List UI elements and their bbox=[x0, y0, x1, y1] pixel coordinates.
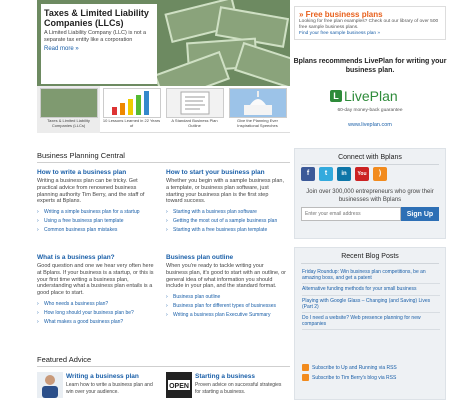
article-link[interactable]: What makes a good business plan? bbox=[37, 318, 157, 327]
hero-text: A Limited Liability Company (LLC) is not… bbox=[44, 30, 147, 43]
carousel-thumb-2[interactable]: 10 Lessons Learned in 22 Years of bbox=[100, 86, 163, 133]
rss-icon bbox=[302, 364, 309, 371]
article-heading[interactable]: How to write a business plan bbox=[37, 169, 157, 176]
divider bbox=[301, 164, 439, 165]
carousel-thumbnails: Taxes & Limited Liability Companies (LLC… bbox=[37, 86, 290, 133]
article-block: What is a business plan? Good question a… bbox=[37, 254, 157, 327]
rss-subscribe-link[interactable]: Subscribe to Up and Running via RSS bbox=[302, 364, 442, 371]
article-text: Writing a business plan can be tricky. G… bbox=[37, 178, 145, 205]
twitter-icon[interactable]: t bbox=[319, 167, 333, 181]
featured-heading[interactable]: Starting a business bbox=[195, 373, 255, 380]
join-text: Join over 300,000 entrepreneurs who grow… bbox=[306, 189, 434, 203]
rss-label: Subscribe to Up and Running via RSS bbox=[312, 364, 397, 371]
blog-title: Recent Blog Posts bbox=[341, 253, 399, 260]
thumb-caption: A Standard Business Plan Outline bbox=[171, 118, 218, 128]
blog-post-link[interactable]: Playing with Google Glass – Changing (an… bbox=[302, 296, 440, 314]
email-input[interactable] bbox=[301, 207, 401, 221]
carousel-thumb-4[interactable]: Give the Planning Ever Inspirational Spe… bbox=[226, 86, 289, 133]
blog-box: Recent Blog Posts Friday Roundup: Win bu… bbox=[294, 247, 446, 400]
article-link[interactable]: Who needs a business plan? bbox=[37, 300, 157, 309]
article-link[interactable]: Common business plan mistakes bbox=[37, 226, 157, 235]
article-link[interactable]: Using a free business plan template bbox=[37, 217, 157, 226]
liveplan-link[interactable]: www.liveplan.com bbox=[290, 122, 450, 128]
article-link[interactable]: Getting the most out of a sample busines… bbox=[166, 217, 286, 226]
divider bbox=[301, 263, 439, 264]
featured-text: Learn how to write a business plan and w… bbox=[66, 382, 153, 395]
featured-item[interactable]: Writing a business plan Learn how to wri… bbox=[37, 372, 157, 400]
social-icons: f t in You ) bbox=[301, 167, 387, 181]
divider bbox=[37, 366, 290, 367]
section-title: Business Planning Central bbox=[37, 151, 125, 160]
linkedin-icon[interactable]: in bbox=[337, 167, 351, 181]
sidebar: » Free business plans Looking for free p… bbox=[290, 0, 450, 400]
connect-title: Connect with Bplans bbox=[338, 154, 402, 161]
rss-subscribe-link[interactable]: Subscribe to Tim Berry's blog via RSS bbox=[302, 374, 442, 381]
carousel-thumb-1[interactable]: Taxes & Limited Liability Companies (LLC… bbox=[37, 86, 100, 133]
hero-title[interactable]: Taxes & Limited Liability Companies (LLC… bbox=[44, 8, 153, 28]
article-block: How to start your business plan Whether … bbox=[166, 169, 286, 235]
article-link[interactable]: How long should your business plan be? bbox=[37, 309, 157, 318]
section-title: Featured Advice bbox=[37, 355, 92, 364]
liveplan-guarantee: 60-day money-back guarantee bbox=[337, 108, 403, 113]
article-text: When you're ready to tackle writing your… bbox=[166, 263, 286, 290]
carousel-thumb-3[interactable]: A Standard Business Plan Outline bbox=[163, 86, 226, 133]
open-sign-icon: OPEN bbox=[166, 372, 192, 398]
liveplan-recommend: Bplans recommends LivePlan for writing y… bbox=[293, 58, 447, 74]
capitol-thumbnail bbox=[228, 88, 287, 118]
article-link[interactable]: Starting with a business plan software bbox=[166, 208, 286, 217]
sign-up-button[interactable]: Sign Up bbox=[401, 207, 439, 221]
outline-thumbnail bbox=[165, 88, 224, 118]
article-link[interactable]: Starting with a free business plan templ… bbox=[166, 226, 286, 235]
article-heading[interactable]: How to start your business plan bbox=[166, 169, 286, 176]
read-more-link[interactable]: Read more » bbox=[44, 46, 153, 52]
promo-text: Looking for free plan examples? Check ou… bbox=[299, 19, 439, 30]
youtube-icon[interactable]: You bbox=[355, 167, 369, 181]
article-block: Business plan outline When you're ready … bbox=[166, 254, 286, 320]
thumb-caption: Taxes & Limited Liability Companies (LLC… bbox=[47, 118, 90, 128]
article-link[interactable]: Writing a business plan Executive Summar… bbox=[166, 311, 286, 320]
divider bbox=[37, 162, 290, 163]
blog-post-link[interactable]: Friday Roundup: Win business plan compet… bbox=[302, 267, 440, 285]
liveplan-mark-icon: L bbox=[330, 90, 342, 102]
article-link[interactable]: Business plan outline bbox=[166, 293, 286, 302]
featured-heading[interactable]: Writing a business plan bbox=[66, 373, 139, 380]
featured-item[interactable]: OPEN Starting a business Proven advice o… bbox=[166, 372, 286, 400]
rss-label: Subscribe to Tim Berry's blog via RSS bbox=[312, 374, 397, 381]
liveplan-logo-text: LivePlan bbox=[344, 88, 398, 104]
liveplan-logo[interactable]: L LivePlan bbox=[330, 86, 406, 106]
rss-icon[interactable]: ) bbox=[373, 167, 387, 181]
blog-post-list: Friday Roundup: Win business plan compet… bbox=[302, 267, 440, 331]
blog-post-link[interactable]: Alternative funding methods for your sma… bbox=[302, 284, 440, 296]
article-text: Good question and one we hear very often… bbox=[37, 263, 154, 297]
page: Taxes & Limited Liability Companies (LLC… bbox=[0, 0, 450, 400]
article-text: Whether you begin with a sample business… bbox=[166, 178, 285, 205]
main-column: Taxes & Limited Liability Companies (LLC… bbox=[0, 0, 290, 400]
promo-link[interactable]: Find your free sample business plan » bbox=[299, 31, 441, 36]
article-heading[interactable]: Business plan outline bbox=[166, 254, 286, 261]
money-thumbnail bbox=[39, 88, 98, 118]
article-link[interactable]: Business plan for different types of bus… bbox=[166, 302, 286, 311]
promo-title[interactable]: » Free business plans bbox=[299, 10, 441, 19]
rss-icon bbox=[302, 374, 309, 381]
hero-banner[interactable]: Taxes & Limited Liability Companies (LLC… bbox=[37, 0, 290, 86]
article-heading[interactable]: What is a business plan? bbox=[37, 254, 157, 261]
connect-box: Connect with Bplans f t in You ) Join ov… bbox=[294, 148, 446, 239]
featured-text: Proven advice on successful strategies f… bbox=[195, 382, 282, 395]
bar-chart-thumbnail bbox=[102, 88, 161, 118]
person-writing-icon bbox=[37, 372, 63, 398]
article-link[interactable]: Writing a simple business plan for a sta… bbox=[37, 208, 157, 217]
thumb-caption: 10 Lessons Learned in 22 Years of bbox=[102, 118, 161, 128]
money-image bbox=[234, 41, 290, 86]
thumb-caption: Give the Planning Ever Inspirational Spe… bbox=[237, 118, 278, 128]
free-plans-promo: » Free business plans Looking for free p… bbox=[294, 6, 446, 40]
svg-text:OPEN: OPEN bbox=[169, 383, 189, 390]
blog-post-link[interactable]: Do I need a website? Web presence planni… bbox=[302, 313, 440, 331]
facebook-icon[interactable]: f bbox=[301, 167, 315, 181]
hero-card: Taxes & Limited Liability Companies (LLC… bbox=[41, 4, 157, 84]
article-block: How to write a business plan Writing a b… bbox=[37, 169, 157, 235]
